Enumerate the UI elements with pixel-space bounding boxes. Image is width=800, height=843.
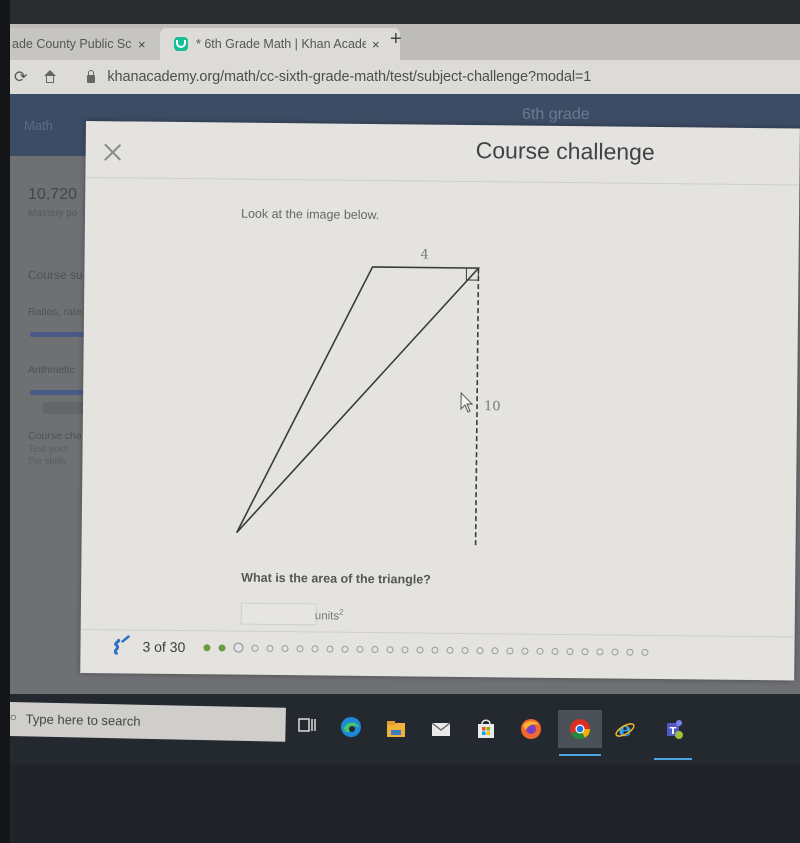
height-line <box>474 268 480 546</box>
windows-taskbar: ○ Type here to search e T <box>0 694 800 764</box>
progress-dot-completed <box>218 643 226 651</box>
sidebar-item-arithmetic[interactable]: Arithmetic <box>28 364 75 376</box>
tab-close-icon[interactable]: × <box>372 37 380 52</box>
sidebar-item-ratios[interactable]: Ratios, rate <box>28 306 82 318</box>
teams-active-indicator <box>654 758 692 760</box>
progress-dot <box>596 647 604 655</box>
internet-explorer-icon[interactable]: e <box>614 718 636 740</box>
monitor-bezel <box>0 0 800 24</box>
base-label: 4 <box>420 248 428 263</box>
progress-dot <box>326 645 334 653</box>
mastery-label: Mastery po <box>28 208 78 219</box>
sidebar-item-course-summary[interactable]: Course su <box>28 268 83 282</box>
mouse-cursor-icon <box>460 391 474 413</box>
browser-tab-strip: ade County Public Scho × * 6th Grade Mat… <box>10 24 800 60</box>
triangle <box>235 266 481 534</box>
progress-bar: 3 of 30 <box>110 635 656 663</box>
address-bar: ⟳ khanacademy.org/math/cc-sixth-grade-ma… <box>10 60 800 94</box>
progress-dot <box>581 647 589 655</box>
progress-dot <box>521 647 529 655</box>
lock-icon <box>87 70 96 83</box>
unit-progress-bar <box>30 390 90 395</box>
tab-label: * 6th Grade Math | Khan Academ <box>196 37 366 51</box>
progress-dot <box>416 645 424 654</box>
triangle-figure: 4 10 <box>235 248 501 546</box>
progress-dot <box>356 645 364 653</box>
divider <box>85 176 800 186</box>
desk-surface <box>0 764 800 843</box>
hint-squiggle-icon <box>113 635 130 655</box>
home-icon[interactable] <box>43 70 57 84</box>
mail-icon[interactable] <box>430 718 452 740</box>
progress-dot <box>281 644 289 652</box>
progress-dots <box>203 642 656 657</box>
units-text: units <box>314 610 340 623</box>
progress-dot <box>506 646 514 655</box>
breadcrumb-math[interactable]: Math <box>24 118 53 133</box>
units-exponent: 2 <box>339 607 344 617</box>
progress-dot <box>386 645 394 653</box>
mastery-points: 10,720 <box>28 186 77 203</box>
page-title: 6th grade <box>522 106 590 123</box>
search-placeholder: Type here to search <box>25 711 141 729</box>
progress-dot <box>641 648 649 656</box>
store-icon[interactable] <box>475 718 497 740</box>
edge-icon[interactable] <box>340 716 362 738</box>
progress-dot <box>311 644 319 652</box>
sidebar-item-course-challenge[interactable]: Course cha <box>28 430 82 442</box>
close-icon[interactable] <box>102 141 124 163</box>
firefox-icon[interactable] <box>520 718 542 740</box>
chrome-active-indicator <box>559 754 601 756</box>
progress-dot <box>626 648 634 656</box>
tab-county-schools[interactable]: ade County Public Scho × <box>10 28 160 60</box>
progress-dot <box>266 644 274 652</box>
answer-input[interactable] <box>240 602 317 626</box>
modal-title: Course challenge <box>475 137 655 165</box>
progress-dot <box>536 647 544 655</box>
tab-khan-academy[interactable]: * 6th Grade Math | Khan Academ × <box>160 28 400 60</box>
course-challenge-desc: Test your <box>28 444 69 455</box>
question-text: What is the area of the triangle? <box>241 570 431 587</box>
height-label: 10 <box>484 399 501 414</box>
teams-icon[interactable]: T <box>662 718 684 740</box>
course-challenge-desc: the skills <box>28 456 67 467</box>
tab-label: ade County Public Scho <box>12 37 132 51</box>
progress-dot <box>551 647 559 655</box>
progress-dot <box>371 645 379 653</box>
unit-progress-bar <box>30 332 90 337</box>
progress-dot <box>296 644 304 652</box>
progress-dot <box>431 646 439 654</box>
progress-dot <box>341 645 349 653</box>
file-explorer-icon[interactable] <box>385 718 407 740</box>
question-counter: 3 of 30 <box>142 638 186 656</box>
new-tab-button[interactable]: + <box>390 28 402 51</box>
progress-dot <box>611 648 619 656</box>
progress-dot-completed <box>203 643 211 651</box>
progress-dot <box>446 646 454 654</box>
tab-close-icon[interactable]: × <box>138 37 146 52</box>
progress-dot <box>401 645 409 653</box>
progress-dot <box>566 647 574 655</box>
search-icon: ○ <box>9 709 18 725</box>
task-view-icon[interactable] <box>296 714 318 736</box>
course-challenge-modal: Course challenge Look at the image below… <box>80 121 800 681</box>
units-label: units2 <box>314 607 344 623</box>
sidebar: 10,720 Mastery po Course su Ratios, rate… <box>10 156 90 696</box>
khan-academy-icon <box>174 37 188 51</box>
progress-dot <box>491 646 499 654</box>
reload-icon[interactable]: ⟳ <box>14 67 27 87</box>
progress-dot <box>251 644 259 652</box>
question-prompt: Look at the image below. <box>240 206 380 223</box>
progress-dot-current <box>233 642 244 653</box>
progress-dot <box>461 646 469 654</box>
url-field[interactable]: khanacademy.org/math/cc-sixth-grade-math… <box>107 69 591 85</box>
chrome-icon[interactable] <box>569 718 591 740</box>
progress-dot <box>476 646 484 654</box>
taskbar-search[interactable]: ○ Type here to search <box>9 702 286 742</box>
monitor-bezel-left <box>0 0 10 843</box>
